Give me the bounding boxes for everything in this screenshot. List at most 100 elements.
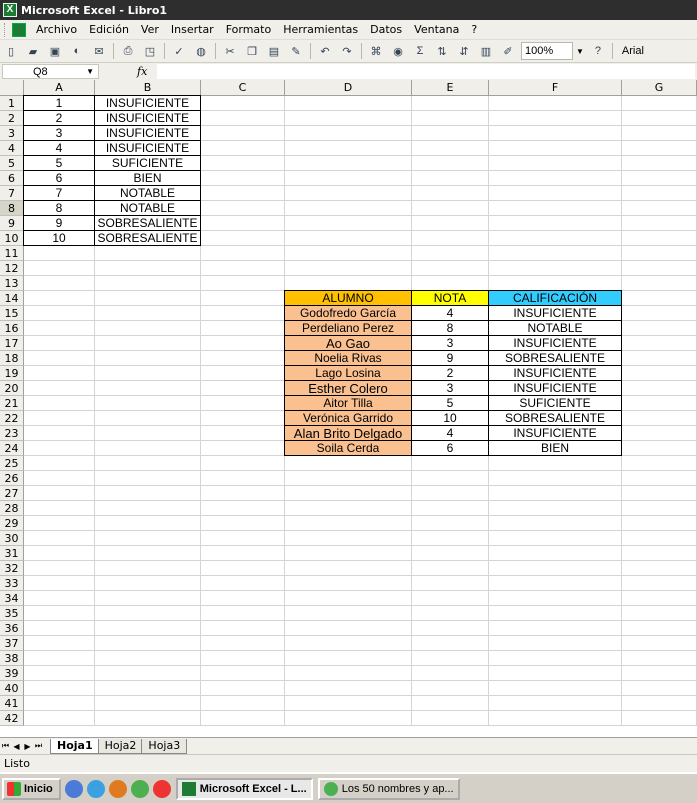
cell-number[interactable]: 3 xyxy=(23,125,95,141)
column-header-d[interactable]: D xyxy=(285,80,412,96)
menu-herramientas[interactable]: Herramientas xyxy=(277,23,364,36)
row-header[interactable]: 4 xyxy=(0,141,24,156)
cell-alumno[interactable]: Lago Losina xyxy=(284,365,412,381)
cell-calificacion[interactable]: SUFICIENTE xyxy=(488,395,622,411)
header-alumno[interactable]: ALUMNO xyxy=(284,290,412,306)
format-painter-icon[interactable]: ✎ xyxy=(287,42,305,60)
cell-calificacion[interactable]: SOBRESALIENTE xyxy=(488,350,622,366)
row-header[interactable]: 29 xyxy=(0,516,24,531)
insert-function-icon[interactable]: fx xyxy=(137,65,157,78)
row-header[interactable]: 32 xyxy=(0,561,24,576)
cell-grade-label[interactable]: INSUFICIENTE xyxy=(94,125,201,141)
sort-ascending-icon[interactable]: ⇅ xyxy=(433,42,451,60)
email-icon[interactable]: ✉ xyxy=(90,42,108,60)
document-icon[interactable] xyxy=(12,22,26,37)
row-header[interactable]: 1 xyxy=(0,96,24,111)
row-header[interactable]: 16 xyxy=(0,321,24,336)
copy-icon[interactable]: ❐ xyxy=(243,42,261,60)
row-header[interactable]: 36 xyxy=(0,621,24,636)
row-header[interactable]: 10 xyxy=(0,231,24,246)
opera-icon[interactable] xyxy=(152,779,171,798)
row-header[interactable]: 13 xyxy=(0,276,24,291)
worksheet-grid[interactable]: ABCDEFG 1 2 3 4 5 6 7 8 9 10 11 12 13 14 15 16 17 18 19 20 2… xyxy=(0,80,697,737)
row-header[interactable]: 15 xyxy=(0,306,24,321)
column-header-e[interactable]: E xyxy=(412,80,489,96)
row-header[interactable]: 18 xyxy=(0,351,24,366)
undo-icon[interactable]: ↶ xyxy=(316,42,334,60)
row-header[interactable]: 6 xyxy=(0,171,24,186)
row-header[interactable]: 21 xyxy=(0,396,24,411)
row-header[interactable]: 41 xyxy=(0,696,24,711)
chrome-icon[interactable] xyxy=(130,779,149,798)
cell-calificacion[interactable]: INSUFICIENTE xyxy=(488,425,622,441)
row-header[interactable]: 7 xyxy=(0,186,24,201)
cell-number[interactable]: 6 xyxy=(23,170,95,186)
cell-number[interactable]: 5 xyxy=(23,155,95,171)
start-button[interactable]: Inicio xyxy=(2,777,61,800)
row-header[interactable]: 5 xyxy=(0,156,24,171)
permission-icon[interactable]: ◐ xyxy=(68,42,86,60)
column-header-b[interactable]: B xyxy=(95,80,201,96)
cell-nota[interactable]: 2 xyxy=(411,365,489,381)
row-header[interactable]: 35 xyxy=(0,606,24,621)
font-name-select[interactable]: Arial xyxy=(622,45,644,57)
redo-icon[interactable]: ↷ xyxy=(338,42,356,60)
menu-ventana[interactable]: Ventana xyxy=(408,23,465,36)
chevron-down-icon[interactable]: ▼ xyxy=(86,67,94,76)
cell-nota[interactable]: 3 xyxy=(411,380,489,396)
row-header[interactable]: 39 xyxy=(0,666,24,681)
row-header[interactable]: 30 xyxy=(0,531,24,546)
cell-grade-label[interactable]: NOTABLE xyxy=(94,200,201,216)
row-header[interactable]: 42 xyxy=(0,711,24,726)
row-header[interactable]: 11 xyxy=(0,246,24,261)
row-header[interactable]: 25 xyxy=(0,456,24,471)
cell-calificacion[interactable]: INSUFICIENTE xyxy=(488,365,622,381)
desktop-icon[interactable] xyxy=(64,779,83,798)
cell-alumno[interactable]: Esther Colero xyxy=(284,380,412,396)
cell-nota[interactable]: 8 xyxy=(411,320,489,336)
cell-nota[interactable]: 4 xyxy=(411,425,489,441)
name-box[interactable]: Q8 ▼ xyxy=(2,64,99,79)
menu-ver[interactable]: Ver xyxy=(135,23,165,36)
paste-icon[interactable]: ▤ xyxy=(265,42,283,60)
cell-grade-label[interactable]: BIEN xyxy=(94,170,201,186)
firefox-icon[interactable] xyxy=(108,779,127,798)
row-header[interactable]: 31 xyxy=(0,546,24,561)
sort-descending-icon[interactable]: ⇵ xyxy=(455,42,473,60)
menu-archivo[interactable]: Archivo xyxy=(30,23,83,36)
cell-nota[interactable]: 3 xyxy=(411,335,489,351)
zoom-select[interactable]: 100% xyxy=(521,42,573,60)
open-icon[interactable]: ▰ xyxy=(24,42,42,60)
cell-number[interactable]: 4 xyxy=(23,140,95,156)
cell-alumno[interactable]: Ao Gao xyxy=(284,335,412,351)
prev-sheet-icon[interactable]: ◀ xyxy=(11,742,22,751)
row-header[interactable]: 37 xyxy=(0,636,24,651)
cell-number[interactable]: 8 xyxy=(23,200,95,216)
save-icon[interactable]: ▣ xyxy=(46,42,64,60)
column-header-f[interactable]: F xyxy=(489,80,622,96)
globe-icon[interactable]: ◉ xyxy=(389,42,407,60)
cell-calificacion[interactable]: INSUFICIENTE xyxy=(488,305,622,321)
row-header[interactable]: 38 xyxy=(0,651,24,666)
cell-number[interactable]: 10 xyxy=(23,230,95,246)
row-header[interactable]: 12 xyxy=(0,261,24,276)
cell-alumno[interactable]: Noelia Rivas xyxy=(284,350,412,366)
menu-formato[interactable]: Formato xyxy=(220,23,278,36)
research-icon[interactable]: ◍ xyxy=(192,42,210,60)
cell-calificacion[interactable]: NOTABLE xyxy=(488,320,622,336)
ie-icon[interactable] xyxy=(86,779,105,798)
row-header[interactable]: 17 xyxy=(0,336,24,351)
select-all-corner[interactable] xyxy=(0,80,24,96)
column-header-a[interactable]: A xyxy=(24,80,95,96)
cell-nota[interactable]: 9 xyxy=(411,350,489,366)
cell-number[interactable]: 1 xyxy=(23,95,95,111)
formula-input[interactable] xyxy=(157,64,695,79)
cell-calificacion[interactable]: SOBRESALIENTE xyxy=(488,410,622,426)
cell-number[interactable]: 7 xyxy=(23,185,95,201)
row-header[interactable]: 40 xyxy=(0,681,24,696)
help-icon[interactable]: ? xyxy=(589,42,607,60)
row-header[interactable]: 28 xyxy=(0,501,24,516)
taskbar-excel-button[interactable]: Microsoft Excel - L... xyxy=(175,777,313,800)
row-header[interactable]: 33 xyxy=(0,576,24,591)
cell-nota[interactable]: 10 xyxy=(411,410,489,426)
